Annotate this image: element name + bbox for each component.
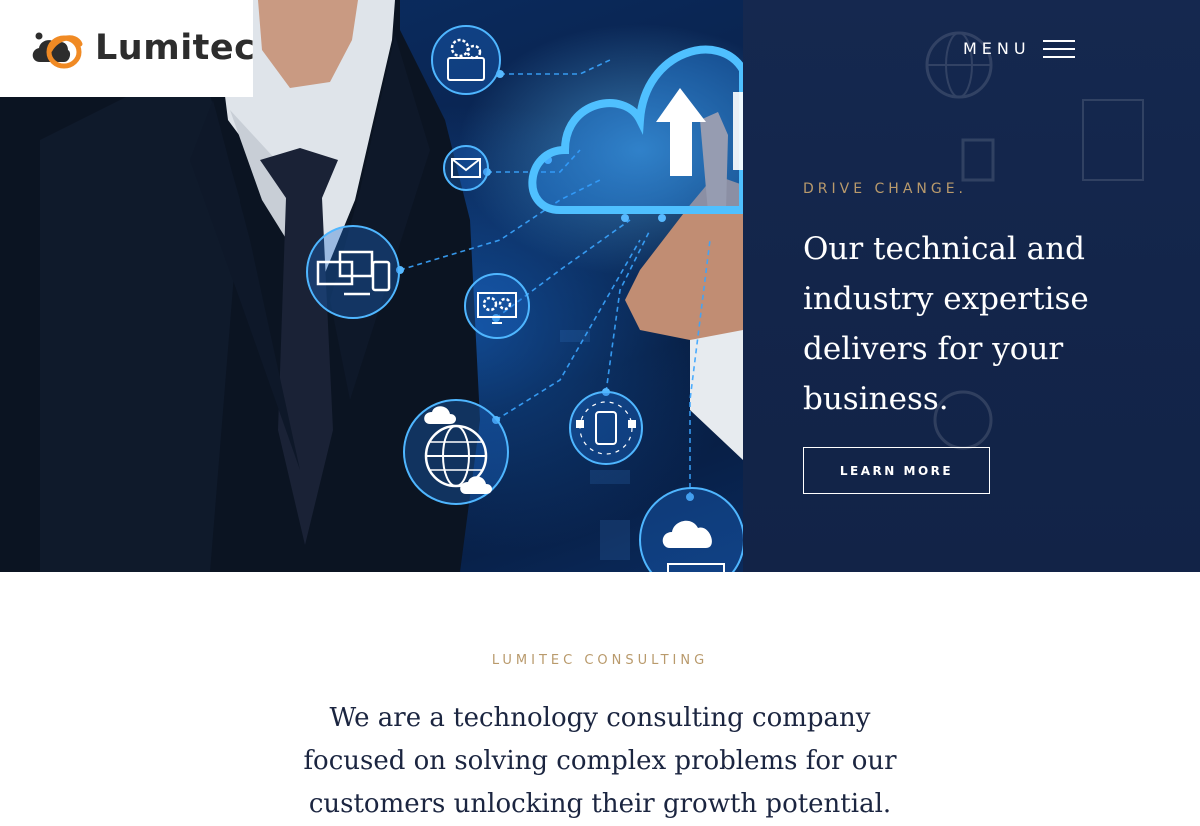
logo-text: Lumitec	[95, 28, 256, 68]
hero-section: Lumitec MENU DRIVE CHANGE. Our technical…	[0, 0, 1200, 572]
mail-icon	[443, 145, 489, 191]
phone-sync-icon	[569, 391, 643, 465]
menu-button[interactable]: MENU	[963, 37, 1075, 61]
hero-headline: Our technical and industry expertise del…	[803, 231, 1089, 417]
logo[interactable]: Lumitec	[0, 0, 256, 97]
hamburger-icon	[1042, 38, 1075, 60]
hero-eyebrow: DRIVE CHANGE.	[803, 181, 968, 197]
cloud-server-icon	[639, 487, 743, 572]
about-text: We are a technology consulting company f…	[303, 703, 897, 819]
learn-more-button[interactable]: LEARN MORE	[803, 447, 990, 494]
devices-icon	[306, 225, 400, 319]
menu-label: MENU	[963, 39, 1031, 58]
globe-icon	[403, 399, 509, 505]
lumitec-logo-icon	[32, 32, 83, 69]
about-eyebrow: LUMITEC CONSULTING	[491, 653, 709, 668]
settings-monitor-icon	[464, 273, 530, 339]
gears-tablet-icon	[431, 25, 501, 95]
